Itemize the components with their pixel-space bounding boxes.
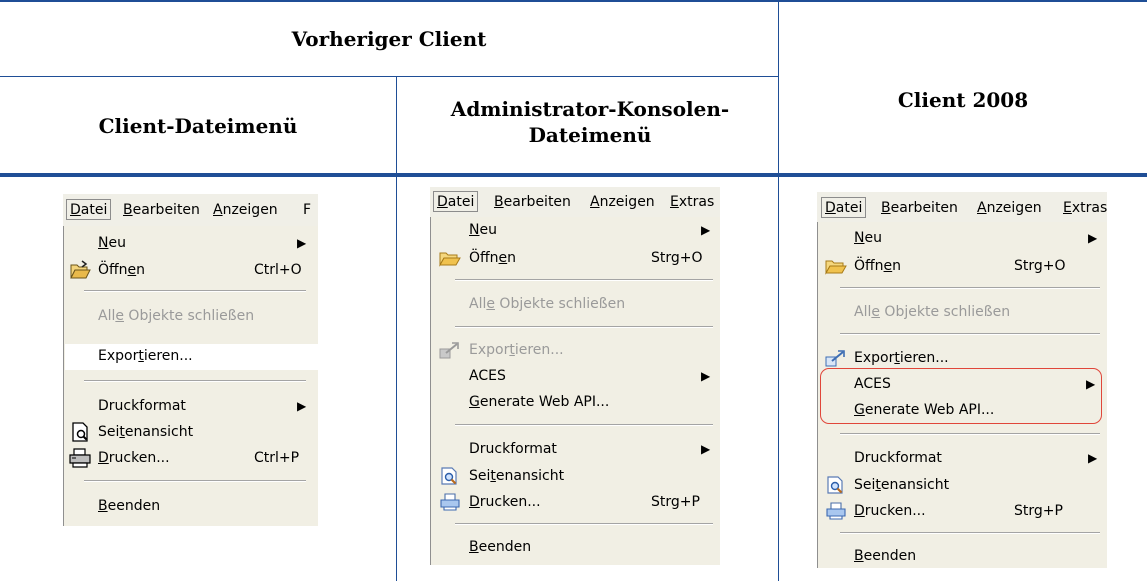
menu-item-drucken[interactable]: Drucken... Strg+P <box>431 493 720 514</box>
menu-item-beenden[interactable]: Beenden <box>818 548 1107 568</box>
printer-icon <box>826 502 846 520</box>
header-mid-rule <box>0 76 778 77</box>
menu-item-oeffnen[interactable]: Öffnen Ctrl+O <box>64 260 318 282</box>
submenu-arrow-icon: ▶ <box>1088 231 1098 245</box>
submenu-arrow-icon: ▶ <box>701 442 711 456</box>
export-icon <box>439 342 459 359</box>
print-preview-icon <box>72 422 88 442</box>
menu-item-alle-schliessen[interactable]: Alle Objekte schließen <box>64 308 318 328</box>
header-client-2008: Client 2008 <box>897 88 1029 112</box>
table-top-rule <box>0 0 1147 2</box>
export-icon <box>825 350 845 367</box>
menubar: Datei Bearbeiten Anzeigen Extras <box>817 192 1107 222</box>
submenu-arrow-icon: ▶ <box>297 236 307 250</box>
folder-open-icon <box>70 260 91 279</box>
menu-item-beenden[interactable]: Beenden <box>64 498 318 518</box>
menubar: Datei Bearbeiten Anzeigen F <box>63 194 318 226</box>
menu-item-seitenansicht[interactable]: Seitenansicht <box>64 422 318 444</box>
menu-bearbeiten[interactable]: Bearbeiten <box>123 202 200 218</box>
submenu-arrow-icon: ▶ <box>1088 451 1098 465</box>
submenu-arrow-icon: ▶ <box>297 399 307 413</box>
menu-item-drucken[interactable]: Drucken... Ctrl+P <box>64 448 318 470</box>
printer-icon <box>440 493 460 511</box>
client-2008-file-menu-screenshot: Datei Bearbeiten Anzeigen Extras Neu ▶ Ö… <box>817 192 1107 568</box>
menu-f[interactable]: F <box>303 202 311 218</box>
header-admin-menu: Administrator-Konsolen-Dateimenü <box>450 97 730 147</box>
menu-bearbeiten[interactable]: Bearbeiten <box>881 200 958 216</box>
menu-anzeigen[interactable]: Anzeigen <box>213 202 278 218</box>
menu-item-alle-schliessen[interactable]: Alle Objekte schließen <box>431 296 720 316</box>
file-dropdown: Neu ▶ Öffnen Ctrl+O Alle Objekte schließ… <box>63 226 318 526</box>
header-bottom-rule <box>0 173 1147 177</box>
print-preview-icon <box>441 467 457 485</box>
file-dropdown: Neu ▶ Öffnen Strg+O Alle Objekte schließ… <box>817 222 1107 568</box>
menu-item-druckformat[interactable]: Druckformat ▶ <box>431 441 720 461</box>
menu-item-exportieren[interactable]: Exportieren... <box>818 350 1107 370</box>
menu-bearbeiten[interactable]: Bearbeiten <box>494 194 571 210</box>
menu-item-neu[interactable]: Neu ▶ <box>64 235 318 255</box>
menu-item-oeffnen[interactable]: Öffnen Strg+O <box>431 250 720 270</box>
highlight-box <box>820 368 1102 424</box>
menu-item-neu[interactable]: Neu ▶ <box>431 222 720 242</box>
submenu-arrow-icon: ▶ <box>701 223 711 237</box>
client-file-menu-screenshot: Datei Bearbeiten Anzeigen F Neu ▶ Öffnen… <box>63 194 318 526</box>
submenu-arrow-icon: ▶ <box>701 369 711 383</box>
menu-item-neu[interactable]: Neu ▶ <box>818 230 1107 250</box>
menu-item-aces[interactable]: ACES ▶ <box>431 368 720 388</box>
col-divider-mid <box>396 77 397 581</box>
menu-item-drucken[interactable]: Drucken... Strg+P <box>818 502 1107 523</box>
menu-anzeigen[interactable]: Anzeigen <box>590 194 655 210</box>
menu-datei[interactable]: Datei <box>433 191 479 212</box>
folder-open-icon <box>439 252 461 267</box>
menu-datei[interactable]: Datei <box>66 199 112 220</box>
menu-item-generate-web-api[interactable]: Generate Web API... <box>431 394 720 414</box>
menu-item-exportieren[interactable]: Exportieren... <box>64 348 318 368</box>
menu-item-oeffnen[interactable]: Öffnen Strg+O <box>818 258 1107 278</box>
menu-item-druckformat[interactable]: Druckformat ▶ <box>64 398 318 418</box>
folder-open-icon <box>825 260 847 275</box>
menu-item-alle-schliessen[interactable]: Alle Objekte schließen <box>818 304 1107 324</box>
menu-item-seitenansicht[interactable]: Seitenansicht <box>818 476 1107 497</box>
header-previous-client: Vorheriger Client <box>291 27 487 51</box>
menu-item-druckformat[interactable]: Druckformat ▶ <box>818 450 1107 470</box>
admin-file-menu-screenshot: Datei Bearbeiten Anzeigen Extras Neu ▶ Ö… <box>430 187 720 565</box>
menubar: Datei Bearbeiten Anzeigen Extras <box>430 187 720 217</box>
menu-anzeigen[interactable]: Anzeigen <box>977 200 1042 216</box>
menu-item-seitenansicht[interactable]: Seitenansicht <box>431 467 720 488</box>
menu-item-beenden[interactable]: Beenden <box>431 539 720 559</box>
menu-extras[interactable]: Extras <box>670 194 714 210</box>
header-client-menu: Client-Dateimenü <box>98 114 298 138</box>
menu-item-exportieren[interactable]: Exportieren... <box>431 342 720 362</box>
printer-icon <box>69 448 91 468</box>
menu-datei[interactable]: Datei <box>821 197 867 218</box>
print-preview-icon <box>827 476 843 494</box>
file-dropdown: Neu ▶ Öffnen Strg+O Alle Objekte schließ… <box>430 217 720 565</box>
menu-extras[interactable]: Extras <box>1063 200 1107 216</box>
